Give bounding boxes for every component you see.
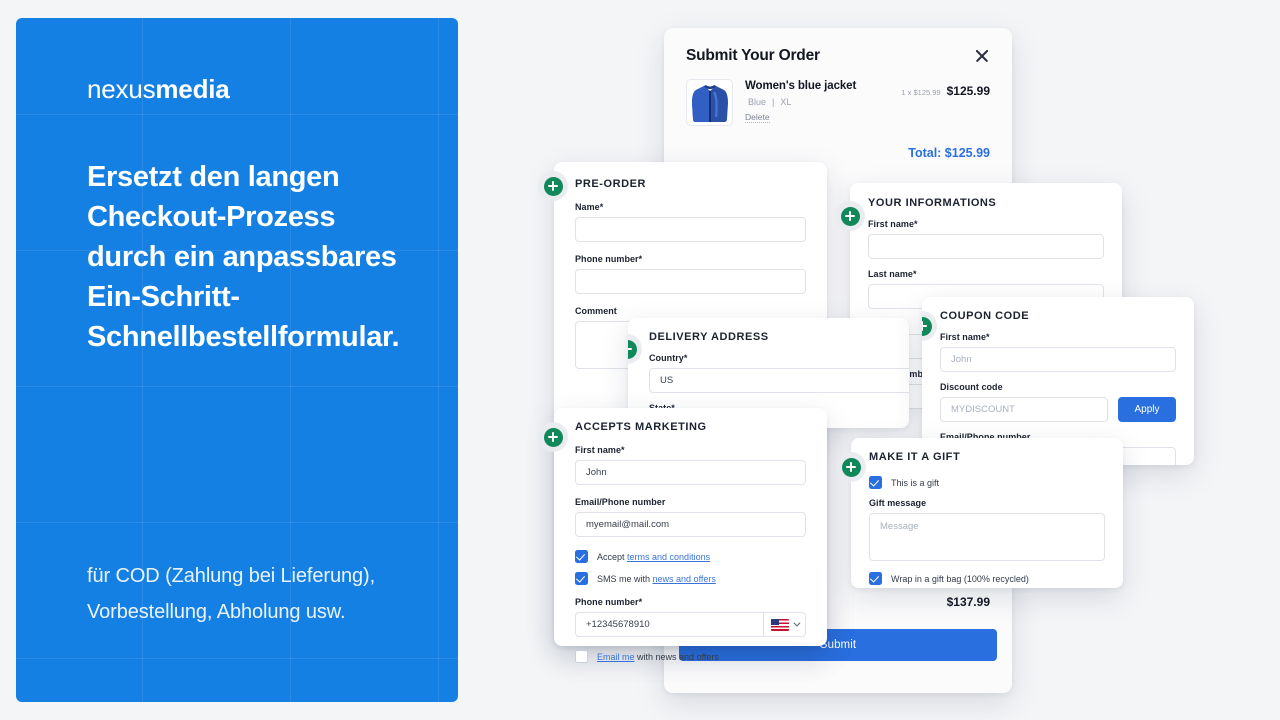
order-line-item: Women's blue jacket Blue | XL Delete 1 x $…	[664, 65, 1012, 126]
brand-logo-light: nexus	[87, 74, 156, 104]
card-make-it-a-gift: MAKE IT A GIFT This is a gift Gift messa…	[836, 438, 1123, 588]
marketing-email-phone-group: Email/Phone number myemail@mail.com	[575, 497, 806, 537]
delivery-country-group: Country* US	[649, 353, 909, 393]
chevron-down-icon	[793, 619, 801, 627]
card-preorder-title: PRE-ORDER	[575, 178, 646, 190]
marketing-email-phone-input[interactable]: myemail@mail.com	[575, 512, 806, 537]
marketing-first-name-group: First name* John	[575, 445, 806, 485]
delivery-country-label: Country*	[649, 353, 688, 363]
totals-grand: $137.99	[946, 595, 990, 609]
product-name: Women's blue jacket	[745, 80, 857, 92]
card-accepts-marketing-title: ACCEPTS MARKETING	[575, 421, 707, 433]
card-make-it-a-gift-title: MAKE IT A GIFT	[869, 451, 961, 463]
promo-headline: Ersetzt den langen Checkout-Prozess durc…	[87, 161, 400, 354]
email-optin-suffix: with news and offers	[637, 651, 719, 662]
preorder-name-input[interactable]	[575, 217, 806, 242]
preorder-phone-input[interactable]	[575, 269, 806, 294]
coupon-first-name-group: First name* John	[940, 332, 1176, 372]
accept-terms-row[interactable]: Accept terms and conditions	[575, 550, 806, 563]
news-and-offers-link[interactable]: news and offers	[653, 574, 716, 584]
sms-optin-text: SMS me with news and offers	[597, 574, 716, 584]
variant-separator: |	[772, 97, 775, 107]
sms-optin-prefix: SMS me with	[597, 573, 651, 584]
plus-icon-your-informations[interactable]	[835, 201, 865, 231]
preorder-phone-label: Phone number*	[575, 254, 643, 264]
email-optin-text: Email me with news and offers	[597, 652, 719, 662]
accept-terms-prefix: Accept	[597, 551, 625, 562]
plus-icon-accepts-marketing[interactable]	[538, 422, 568, 452]
gift-message-label: Gift message	[869, 498, 927, 508]
yourinfo-first-name-input[interactable]	[868, 234, 1104, 259]
sms-optin-checkbox[interactable]	[575, 572, 588, 585]
yourinfo-last-name-label: Last name*	[868, 269, 917, 279]
country-code-select[interactable]	[763, 612, 806, 637]
coupon-discount-input[interactable]: MYDISCOUNT	[940, 397, 1108, 422]
wrap-gift-row[interactable]: Wrap in a gift bag (100% recycled)	[869, 572, 1105, 585]
coupon-first-name-input[interactable]: John	[940, 347, 1176, 372]
sms-optin-row[interactable]: SMS me with news and offers	[575, 572, 806, 585]
coupon-discount-group: Discount code MYDISCOUNT Apply	[940, 382, 1176, 422]
product-variant: Blue | XL	[745, 97, 889, 107]
preorder-comment-label: Comment	[575, 306, 617, 316]
product-thumbnail	[686, 79, 733, 126]
marketing-email-phone-label: Email/Phone number	[575, 497, 666, 507]
plus-icon-coupon-code[interactable]	[922, 311, 937, 341]
marketing-phone-row: +12345678910	[575, 612, 806, 637]
marketing-first-name-label: First name*	[575, 445, 625, 455]
is-gift-row[interactable]: This is a gift	[869, 476, 1105, 489]
line-item-pricing: 1 x $125.99 $125.99	[901, 79, 990, 126]
card-coupon-code-title: COUPON CODE	[940, 310, 1030, 322]
delete-item-link[interactable]: Delete	[745, 112, 770, 123]
line-qty-price: 1 x $125.99	[901, 88, 941, 97]
jacket-icon	[691, 84, 728, 122]
close-icon[interactable]	[974, 48, 990, 64]
email-me-link[interactable]: Email me	[597, 652, 635, 662]
plus-icon-delivery-address[interactable]	[628, 334, 642, 364]
us-flag-icon	[771, 618, 789, 631]
gift-message-input[interactable]: Message	[869, 513, 1105, 561]
coupon-discount-label: Discount code	[940, 382, 1003, 392]
product-color: Blue	[748, 97, 767, 107]
marketing-phone-input[interactable]: +12345678910	[575, 612, 763, 637]
card-accepts-marketing: ACCEPTS MARKETING First name* John Email…	[538, 408, 827, 663]
brand-logo-bold: media	[155, 74, 230, 104]
promo-panel: nexusmedia Ersetzt den langen Checkout-P…	[16, 18, 458, 702]
line-total: $125.99	[946, 84, 990, 98]
is-gift-checkbox[interactable]	[869, 476, 882, 489]
email-optin-row[interactable]: Email me with news and offers	[575, 650, 806, 663]
marketing-phone-group: Phone number* +12345678910	[575, 597, 806, 637]
plus-icon-preorder[interactable]	[538, 171, 568, 201]
delivery-country-input[interactable]: US	[649, 368, 909, 393]
card-your-informations-title: YOUR INFORMATIONS	[868, 197, 997, 209]
plus-icon-make-it-a-gift[interactable]	[836, 452, 866, 482]
coupon-first-name-label: First name*	[940, 332, 990, 342]
is-gift-label: This is a gift	[891, 477, 940, 488]
email-optin-checkbox[interactable]	[575, 650, 588, 663]
marketing-phone-label: Phone number*	[575, 597, 643, 607]
marketing-first-name-input[interactable]: John	[575, 460, 806, 485]
order-modal-header: Submit Your Order	[664, 28, 1012, 65]
wrap-gift-label: Wrap in a gift bag (100% recycled)	[891, 573, 1029, 584]
order-subtotal: Total: $125.99	[908, 146, 990, 160]
wrap-gift-checkbox[interactable]	[869, 572, 882, 585]
preorder-name-label: Name*	[575, 202, 604, 212]
yourinfo-first-name-label: First name*	[868, 219, 918, 229]
yourinfo-first-name-group: First name*	[868, 219, 1104, 259]
gift-message-group: Gift message Message	[869, 498, 1105, 561]
brand-logo: nexusmedia	[87, 74, 410, 105]
accept-terms-checkbox[interactable]	[575, 550, 588, 563]
preorder-name-group: Name*	[575, 202, 806, 242]
preorder-phone-group: Phone number*	[575, 254, 806, 294]
accept-terms-text: Accept terms and conditions	[597, 552, 710, 562]
card-delivery-address-title: DELIVERY ADDRESS	[649, 331, 769, 343]
order-modal-title: Submit Your Order	[686, 47, 820, 64]
terms-and-conditions-link[interactable]: terms and conditions	[627, 552, 710, 562]
product-size: XL	[780, 97, 792, 107]
apply-coupon-button[interactable]: Apply	[1118, 397, 1176, 422]
